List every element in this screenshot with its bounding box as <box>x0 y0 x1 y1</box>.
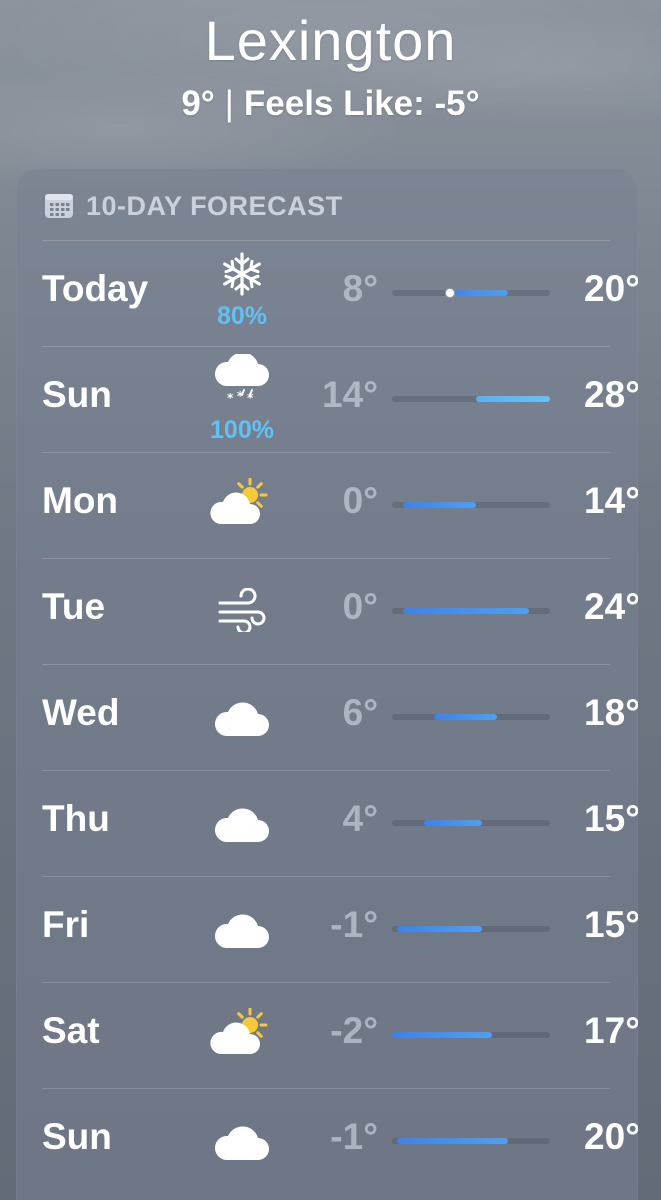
high-temperature: 20° <box>584 268 638 309</box>
forecast-day-label: Mon <box>42 480 119 521</box>
row-divider <box>42 346 610 347</box>
temperature-range-fill <box>397 1138 508 1144</box>
forecast-row[interactable]: Thu 4° 15° <box>42 770 638 876</box>
row-divider <box>42 770 610 771</box>
forecast-row[interactable]: Today 80% 8° 20° <box>42 240 638 346</box>
forecast-row[interactable]: Sat -2° 17° <box>42 982 638 1088</box>
row-divider <box>42 664 610 665</box>
ten-day-forecast-card[interactable]: 10-DAY FORECAST Today 80% 8° 20° Sun * * * 100% 1… <box>16 168 638 1200</box>
forecast-row[interactable]: Sun * * * 100% 14° 28° <box>42 346 638 452</box>
forecast-day-label: Thu <box>42 798 110 839</box>
city-name: Lexington <box>204 9 457 72</box>
forecast-day-label: Wed <box>42 692 120 733</box>
current-temperature-marker <box>444 288 455 298</box>
temperature-range-fill <box>423 820 482 826</box>
low-temperature: -2° <box>330 1010 378 1051</box>
high-temperature: 15° <box>584 798 638 839</box>
low-temperature: 14° <box>322 374 378 415</box>
current-conditions: 9° | Feels Like: -5° <box>0 84 661 124</box>
forecast-card-title: 10-DAY FORECAST <box>86 190 343 221</box>
low-temperature: 0° <box>342 480 378 521</box>
low-temperature: 8° <box>342 268 378 309</box>
low-temperature: 4° <box>342 798 378 839</box>
forecast-day-label: Fri <box>42 904 90 945</box>
high-temperature: 18° <box>584 692 638 733</box>
high-temperature: 17° <box>584 1010 638 1051</box>
high-temperature: 24° <box>584 586 638 627</box>
row-divider <box>42 558 610 559</box>
precipitation-chance: 100% <box>210 416 274 444</box>
current-temperature: 9° <box>181 84 215 123</box>
forecast-day-label: Today <box>42 268 149 309</box>
row-divider <box>42 452 610 453</box>
low-temperature: 6° <box>342 692 378 733</box>
row-divider <box>42 240 610 241</box>
forecast-row[interactable]: Mon 0° 14° <box>42 452 638 558</box>
high-temperature: 20° <box>584 1116 638 1157</box>
forecast-day-label: Tue <box>42 586 106 627</box>
temperature-range-fill <box>434 714 498 720</box>
forecast-day-label: Sun <box>42 374 112 415</box>
conditions-separator: | <box>224 84 234 123</box>
forecast-row[interactable]: Sun -1° 20° <box>42 1088 638 1194</box>
high-temperature: 14° <box>584 480 638 521</box>
temperature-range-fill <box>397 926 482 932</box>
row-divider <box>42 1088 610 1089</box>
high-temperature: 28° <box>584 374 638 415</box>
temperature-range-fill <box>392 1032 493 1038</box>
row-divider <box>42 876 610 877</box>
temperature-range-fill <box>402 502 477 508</box>
low-temperature: -1° <box>330 1116 378 1157</box>
high-temperature: 15° <box>584 904 638 945</box>
forecast-day-label: Sat <box>42 1010 100 1051</box>
feels-like: Feels Like: -5° <box>243 84 480 123</box>
row-divider <box>42 982 610 983</box>
forecast-card-header: 10-DAY FORECAST <box>44 186 343 226</box>
svg-text:*: * <box>227 391 234 405</box>
low-temperature: 0° <box>342 586 378 627</box>
forecast-row[interactable]: Wed 6° 18° <box>42 664 638 770</box>
forecast-day-label: Sun <box>42 1116 112 1157</box>
temperature-range-fill <box>402 608 529 614</box>
forecast-row[interactable]: Tue 0° 24° <box>42 558 638 664</box>
calendar-icon <box>45 194 73 218</box>
low-temperature: -1° <box>330 904 378 945</box>
forecast-row[interactable]: Fri -1° 15° <box>42 876 638 982</box>
